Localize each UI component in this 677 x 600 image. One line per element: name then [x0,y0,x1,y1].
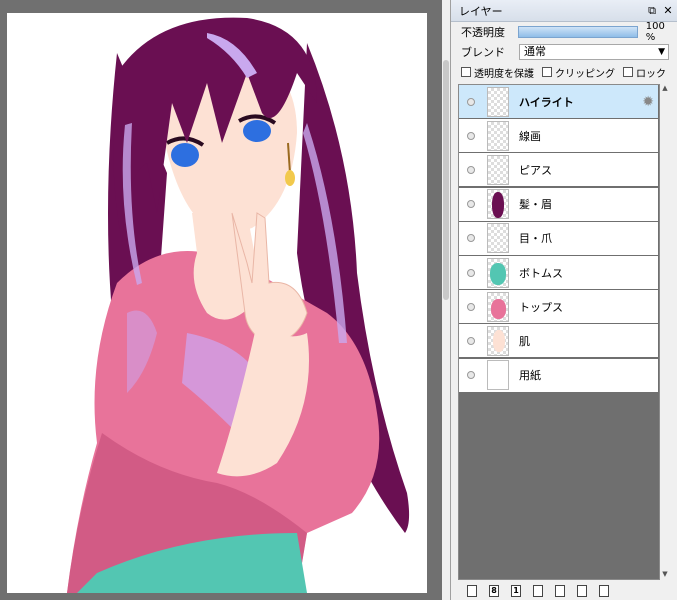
layer-name: 肌 [519,334,530,348]
toolbar-glyph: 1 [513,586,519,595]
clipping-box[interactable] [542,67,552,77]
preserve-opacity-box[interactable] [461,67,471,77]
thumbnail-content [493,329,505,352]
drawing-paper[interactable] [7,13,427,593]
new-8bit-layer-button[interactable]: 8 [487,584,501,598]
layer-panel-title: レイヤー [459,4,503,18]
eye-dot-icon [467,302,475,311]
layer-thumbnail [487,86,509,117]
lock-box[interactable] [623,67,633,77]
layer-row[interactable]: 肌 [459,324,658,359]
visibility-toggle-icon[interactable] [459,371,483,380]
eye-dot-icon [467,234,475,243]
page-icon [577,585,587,597]
chevron-down-icon: ▼ [658,47,665,57]
thumbnail-content [491,298,506,319]
layer-name: ボトムス [519,266,563,280]
opacity-value: 100 % [645,21,665,43]
thumbnail-content [492,192,504,219]
lock-label: ロック [636,68,666,80]
eye-dot-icon [467,97,475,106]
eye-dot-icon [467,131,475,140]
layer-name: 目・爪 [519,232,552,246]
artwork-illustration [67,17,410,593]
layer-row[interactable]: ボトムス [459,256,658,290]
eye-dot-icon [467,268,475,277]
layer-list: ハイライト ✹ 線画ピアス髪・眉目・爪ボトムストップス肌用紙 [458,84,660,580]
layer-thumbnail [487,189,509,220]
eye-dot-icon [467,336,475,345]
layer-thumbnail [487,120,509,151]
page-icon [533,585,543,597]
layer-name: トップス [519,300,563,314]
visibility-toggle-icon[interactable] [459,234,483,243]
layer-thumbnail [487,257,509,288]
layer-row[interactable]: ハイライト ✹ [459,85,658,119]
blend-mode-value: 通常 [524,45,546,58]
canvas-area[interactable] [0,0,442,600]
layer-thumbnail [487,223,509,254]
canvas-scroll-thumb[interactable] [443,60,449,300]
close-panel-icon[interactable]: ✕ [661,4,675,17]
visibility-toggle-icon[interactable] [459,268,483,277]
toolbar-glyph: 8 [491,586,497,595]
eye-dot-icon [467,165,475,174]
layer-name: 線画 [519,129,541,143]
scroll-up-icon[interactable]: ▲ [660,84,670,94]
opacity-slider-fill [518,27,637,37]
eye-right [243,120,271,142]
page-icon [599,585,609,597]
eye-left [171,143,199,167]
layer-thumbnail [487,360,509,391]
layer-panel-titlebar: レイヤー ⧉ ✕ [451,0,677,22]
visibility-toggle-icon[interactable] [459,97,483,106]
layer-list-scrollbar[interactable]: ▲ ▼ [660,84,670,580]
canvas-vertical-scrollbar[interactable] [442,0,450,600]
scroll-down-icon[interactable]: ▼ [660,570,670,580]
layer-thumbnail [487,291,509,322]
new-1bit-layer-button[interactable]: 1 [509,584,523,598]
layer-row[interactable]: 線画 [459,119,658,154]
blend-mode-select[interactable]: 通常 ▼ [519,44,669,60]
page-icon [555,585,565,597]
new-folder-button[interactable] [531,584,545,598]
opacity-label: 不透明度 [461,26,505,39]
visibility-toggle-icon[interactable] [459,336,483,345]
gear-icon[interactable]: ✹ [642,94,654,110]
layer-row[interactable]: 目・爪 [459,221,658,256]
preserve-opacity-label: 透明度を保護 [474,68,534,80]
layer-name: 髪・眉 [519,198,552,212]
new-raster-layer-button[interactable] [465,584,479,598]
opacity-slider[interactable] [517,26,638,38]
thumbnail-content [490,262,506,285]
visibility-toggle-icon[interactable] [459,302,483,311]
float-panel-icon[interactable]: ⧉ [645,4,659,18]
layer-row[interactable]: トップス [459,290,658,325]
eye-dot-icon [467,371,475,380]
blend-label: ブレンド [461,46,505,59]
layer-name: ハイライト [519,95,574,109]
clipping-checkbox[interactable]: クリッピング [542,65,615,80]
merge-down-button[interactable] [575,584,589,598]
page-icon [467,585,477,597]
lock-checkbox[interactable]: ロック [623,65,666,80]
visibility-toggle-icon[interactable] [459,165,483,174]
visibility-toggle-icon[interactable] [459,131,483,140]
delete-layer-button[interactable] [597,584,611,598]
layer-toolbar: 81 [465,582,611,600]
visibility-toggle-icon[interactable] [459,200,483,209]
duplicate-layer-button[interactable] [553,584,567,598]
clipping-label: クリッピング [555,68,615,80]
layer-name: 用紙 [519,369,541,383]
layer-panel: レイヤー ⧉ ✕ 不透明度 100 % ブレンド 通常 ▼ 透明度を保護 クリッ… [450,0,677,600]
layer-thumbnail [487,325,509,356]
eye-dot-icon [467,200,475,209]
layer-row[interactable]: ピアス [459,153,658,188]
preserve-opacity-checkbox[interactable]: 透明度を保護 [461,65,534,80]
layer-thumbnail [487,154,509,185]
earring [285,170,295,186]
layer-row[interactable]: 髪・眉 [459,187,658,222]
layer-row[interactable]: 用紙 [459,358,658,393]
layer-name: ピアス [519,163,552,177]
